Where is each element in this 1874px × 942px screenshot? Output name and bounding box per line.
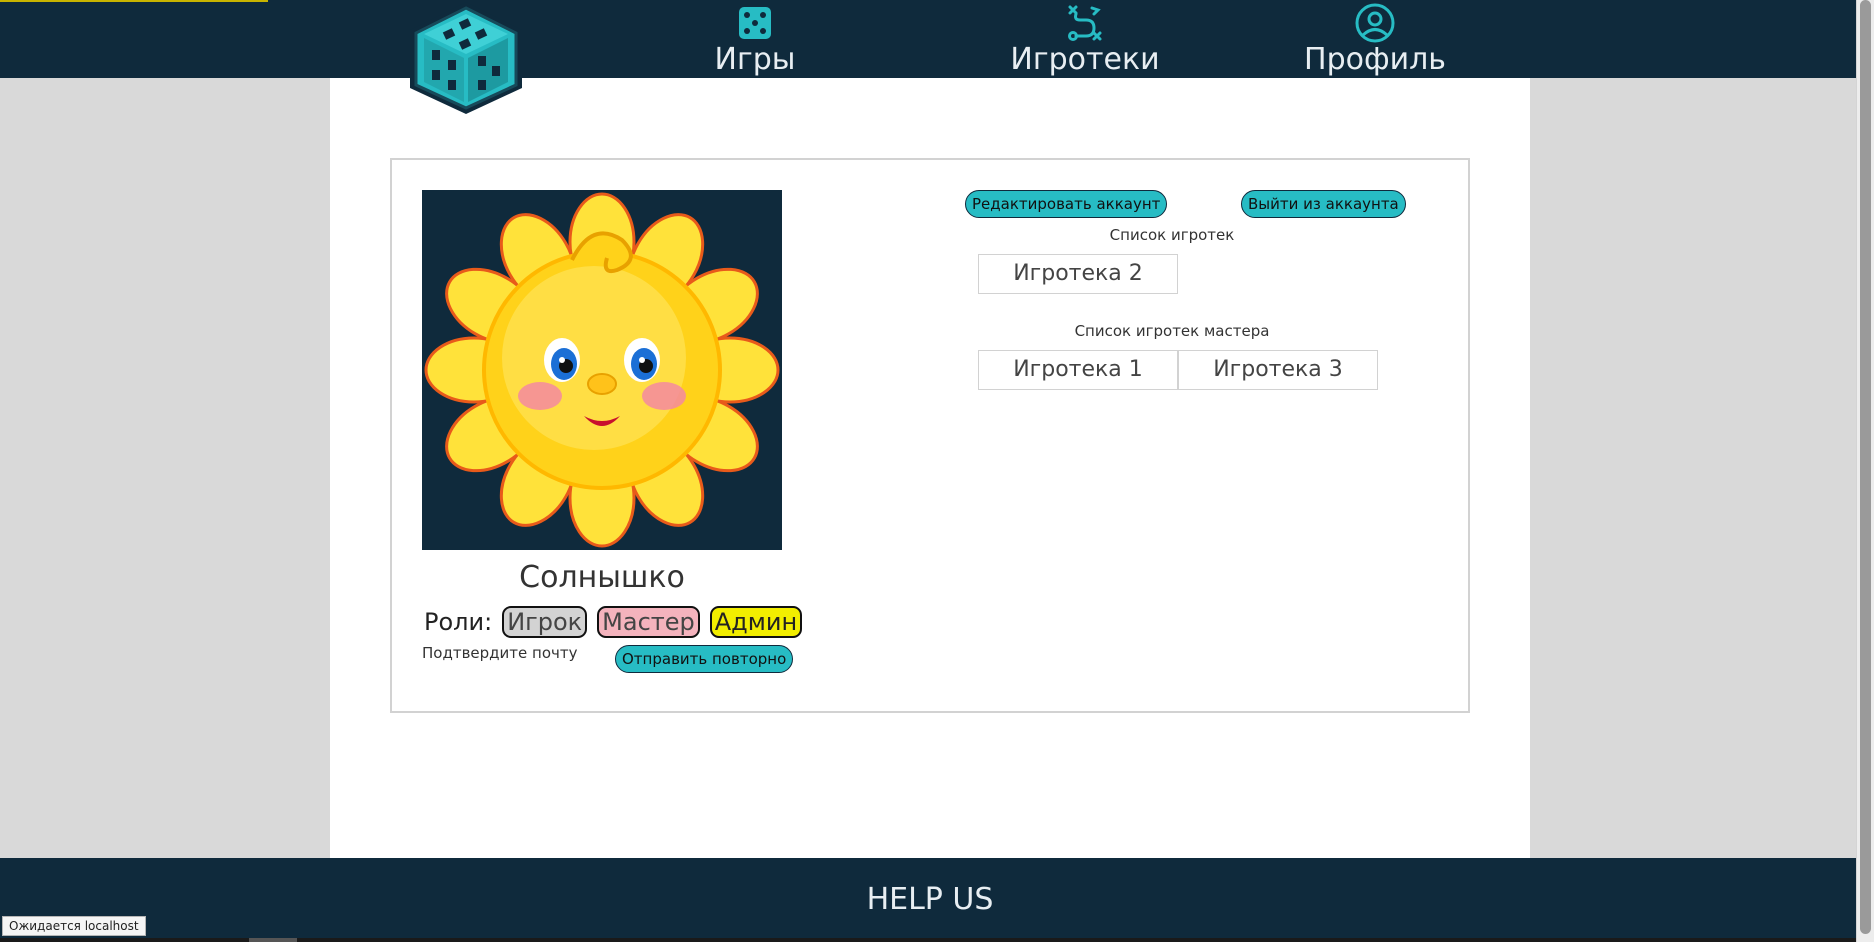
nav-game-libraries[interactable]: Игротеки — [985, 0, 1185, 78]
username: Солнышко — [519, 560, 685, 595]
profile-card: Солнышко Роли: Игрок Мастер Админ Подтве… — [390, 158, 1470, 713]
user-circle-icon — [1355, 3, 1395, 43]
confirm-email-text: Подтвердите почту — [422, 644, 578, 662]
role-badge-master: Мастер — [597, 606, 700, 638]
nav-games[interactable]: Игры — [690, 0, 820, 78]
nav-profile[interactable]: Профиль — [1300, 0, 1450, 78]
master-library-item[interactable]: Игротека 1 — [978, 350, 1178, 390]
nav-games-label: Игры — [714, 42, 796, 77]
roles-label: Роли: — [424, 608, 493, 636]
footer: HELP US — [0, 858, 1856, 942]
scrollbar-thumb[interactable] — [1860, 0, 1871, 934]
main-content: Солнышко Роли: Игрок Мастер Админ Подтве… — [330, 78, 1530, 858]
role-badge-player: Игрок — [502, 606, 588, 638]
bottom-mark — [249, 938, 297, 942]
master-libraries-list: Игротека 1 Игротека 3 — [978, 350, 1378, 390]
edit-account-button[interactable]: Редактировать аккаунт — [965, 190, 1168, 218]
dice-icon — [739, 7, 771, 39]
resend-button[interactable]: Отправить повторно — [615, 645, 794, 673]
nav-profile-label: Профиль — [1304, 42, 1446, 77]
nav-game-libraries-label: Игротеки — [1010, 42, 1160, 77]
master-library-item[interactable]: Игротека 3 — [1178, 350, 1378, 390]
logout-button[interactable]: Выйти из аккаунта — [1241, 190, 1406, 218]
top-navbar: Игры Игротеки Профиль — [0, 0, 1856, 78]
avatar — [422, 190, 782, 550]
master-libraries-list-title: Список игротек мастера — [1074, 322, 1270, 340]
sun-avatar-image — [424, 192, 780, 548]
libraries-list: Игротека 2 — [978, 254, 1178, 294]
loading-indicator — [0, 0, 268, 2]
library-item[interactable]: Игротека 2 — [978, 254, 1178, 294]
help-us-link[interactable]: HELP US — [0, 882, 1860, 917]
roles-row: Роли: Игрок Мастер Админ — [424, 606, 803, 638]
logo-dice-icon[interactable] — [404, 0, 528, 116]
role-badge-admin: Админ — [709, 606, 803, 638]
status-tooltip: Ожидается localhost — [2, 916, 146, 936]
route-icon — [1068, 5, 1102, 41]
libraries-list-title: Список игротек — [1109, 226, 1235, 244]
vertical-scrollbar[interactable] — [1856, 0, 1874, 942]
